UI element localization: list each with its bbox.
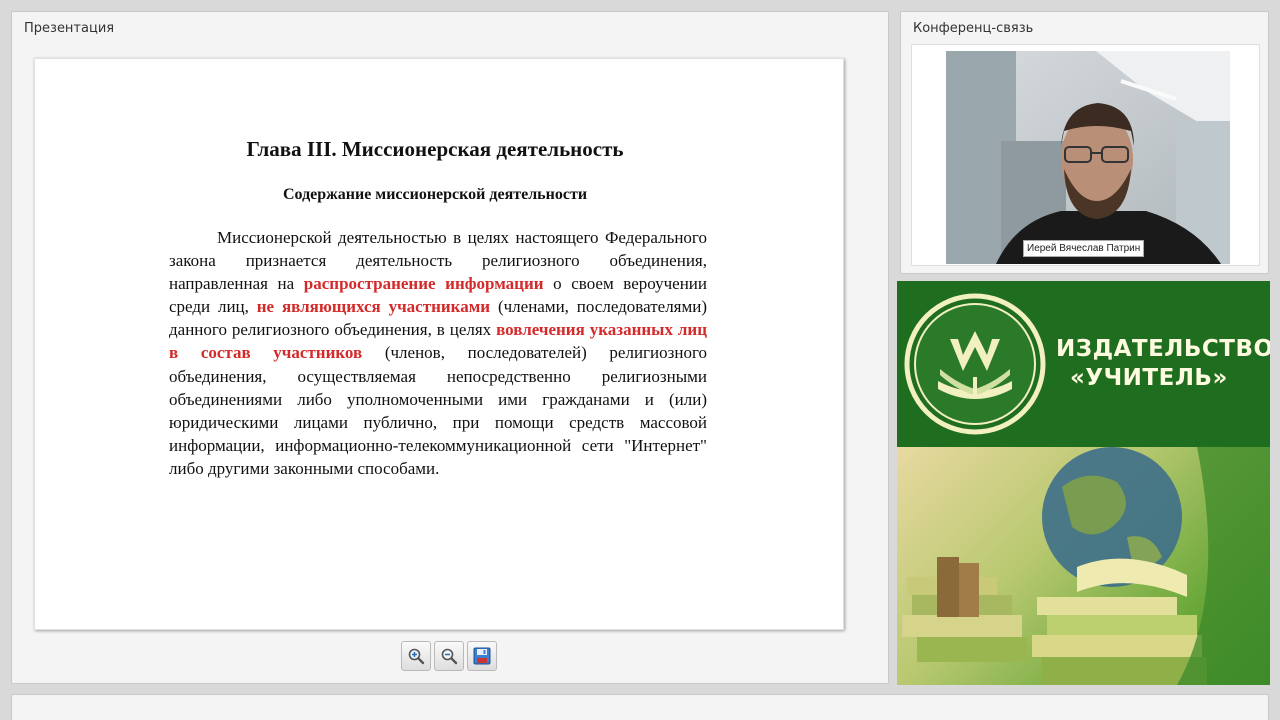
presentation-panel: Презентация Глава III. Миссионерская дея… <box>11 11 889 684</box>
zoom-in-icon <box>408 648 425 665</box>
conference-panel: Конференц-связь Иерей Вячеслав Патрин <box>900 11 1269 274</box>
publisher-name-line1: ИЗДАТЕЛЬСТВО <box>1056 336 1270 362</box>
video-feed: Иерей Вячеслав Патрин <box>946 51 1230 264</box>
participant-video-image <box>946 51 1230 264</box>
save-icon <box>473 647 491 665</box>
zoom-out-icon <box>441 648 458 665</box>
publisher-banner-header: ИЗДАТЕЛЬСТВО «УЧИТЕЛЬ» <box>897 281 1270 447</box>
bottom-panel <box>11 694 1269 720</box>
slide-highlight: не являющихся участниками <box>256 297 491 317</box>
conference-panel-title: Конференц-связь <box>913 21 1034 36</box>
slide-highlight: распространение информации <box>303 274 544 294</box>
zoom-in-button[interactable] <box>401 641 431 671</box>
zoom-out-button[interactable] <box>434 641 464 671</box>
video-frame[interactable]: Иерей Вячеслав Патрин <box>911 44 1260 266</box>
slide-body-text: Миссионерской деятельностью в целях наст… <box>169 226 707 480</box>
books-globe-image <box>902 447 1270 685</box>
slide-subheading: Содержание миссионерской деятельности <box>282 186 588 203</box>
presentation-panel-title: Презентация <box>24 21 115 36</box>
publisher-logo-icon <box>904 293 1046 435</box>
participant-name-label: Иерей Вячеслав Патрин <box>1023 240 1145 257</box>
save-button[interactable] <box>467 641 497 671</box>
presentation-toolbar <box>401 641 497 671</box>
slide-text-part: (членов, последователей) религиозного об… <box>169 343 707 478</box>
slide-heading: Глава III. Миссионерская деятельность <box>246 137 624 161</box>
presentation-slide: Глава III. Миссионерская деятельность Со… <box>34 58 844 630</box>
publisher-banner-image <box>897 447 1270 685</box>
publisher-name-line2: «УЧИТЕЛЬ» <box>1070 365 1228 391</box>
publisher-banner[interactable]: ИЗДАТЕЛЬСТВО «УЧИТЕЛЬ» <box>897 281 1270 685</box>
